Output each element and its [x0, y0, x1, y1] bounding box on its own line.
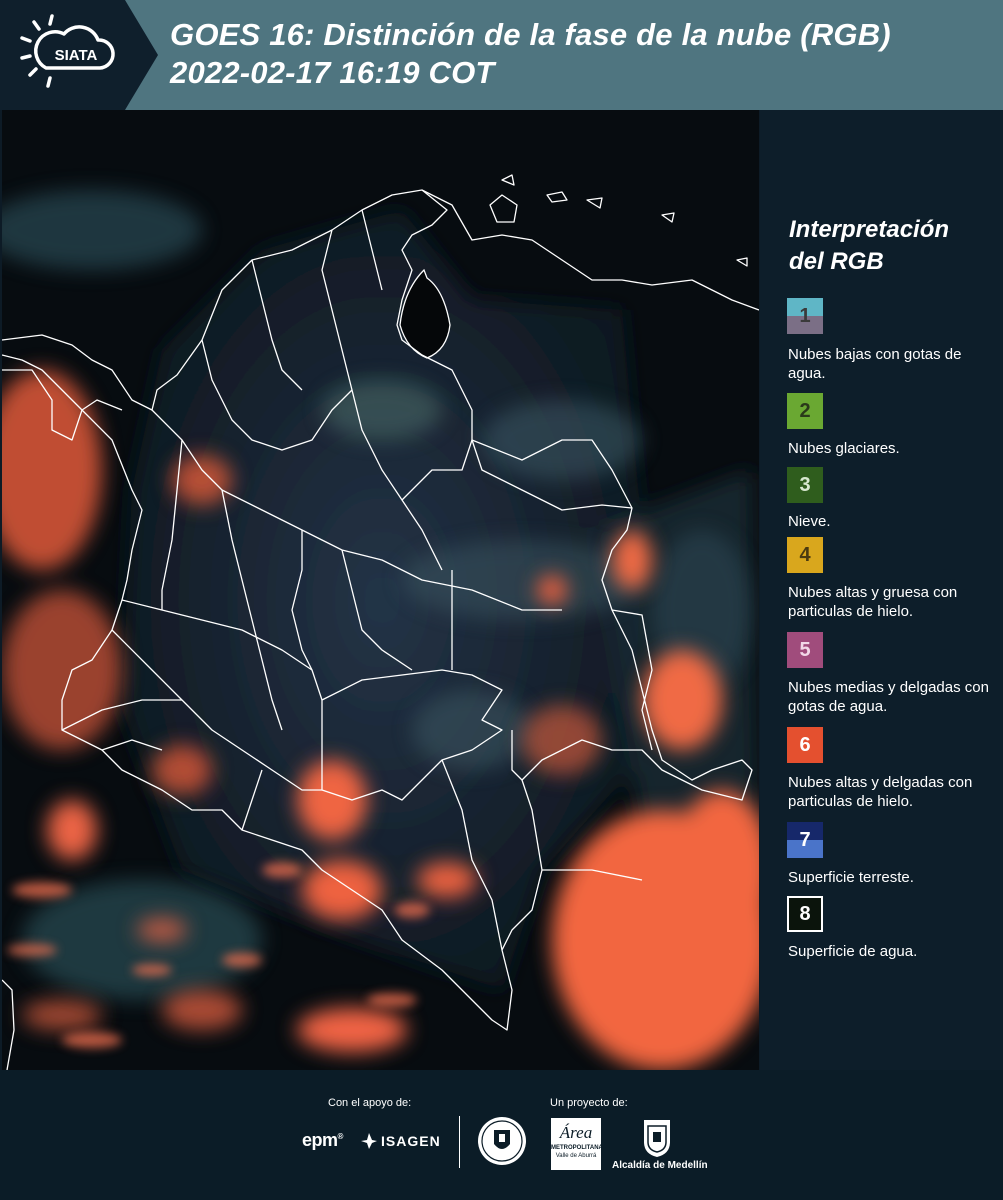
- legend-swatch-1: 1: [787, 298, 823, 334]
- satellite-map: [2, 110, 759, 1070]
- legend-swatch-6: 6: [787, 727, 823, 763]
- university-seal: [478, 1117, 526, 1165]
- logo-text: SIATA: [55, 47, 98, 64]
- legend-swatch-2: 2: [787, 393, 823, 429]
- page-title: GOES 16: Distinción de la fase de la nub…: [170, 16, 891, 92]
- area-logo-sub2: Valle de Aburrá: [555, 1153, 597, 1159]
- legend-swatch-number: 8: [799, 902, 811, 925]
- legend-swatch-8: 8: [787, 896, 823, 932]
- header: SIATA GOES 16: Distinción de la fase de …: [0, 0, 1003, 110]
- siata-logo: SIATA: [0, 0, 158, 110]
- alcaldia-shield-icon: [644, 1120, 670, 1157]
- legend-label-6: Nubes altas y delgadas con particulas de…: [788, 774, 973, 810]
- footer: Con el apoyo de: Un proyecto de: epm® IS…: [0, 1070, 1003, 1200]
- legend-swatch-number: 4: [799, 543, 811, 566]
- project-label: Un proyecto de:: [550, 1097, 628, 1109]
- legend-swatch-number: 7: [799, 828, 811, 851]
- alcaldia-logo-text: Alcaldía de Medellín: [612, 1160, 708, 1171]
- legend-title-line-2: del RGB: [789, 248, 884, 275]
- area-metropolitana-logo: Área METROPOLITANA Valle de Aburrá: [551, 1118, 603, 1170]
- footer-divider: [459, 1116, 460, 1168]
- legend-swatch-7: 7: [787, 822, 823, 858]
- legend-label-1: Nubes bajas con gotas de agua.: [788, 346, 962, 382]
- isagen-icon: [361, 1133, 377, 1149]
- epm-logo-text: epm: [302, 1130, 338, 1150]
- legend-panel: Interpretación del RGB 1 Nubes bajas con …: [760, 110, 1003, 1070]
- legend-title: Interpretación del RGB: [789, 214, 949, 278]
- area-logo-text: Área: [559, 1123, 593, 1142]
- support-label: Con el apoyo de:: [328, 1097, 412, 1109]
- legend-label-4: Nubes altas y gruesa con particulas de h…: [788, 584, 958, 620]
- legend-label-2: Nubes glaciares.: [788, 440, 900, 457]
- legend-label-8: Superficie de agua.: [788, 943, 918, 960]
- legend-swatch-number: 1: [799, 304, 811, 327]
- legend-swatch-5: 5: [787, 632, 823, 668]
- title-line-1: GOES 16: Distinción de la fase de la nub…: [170, 17, 891, 52]
- legend-title-line-1: Interpretación: [789, 216, 950, 243]
- legend-swatch-number: 2: [799, 399, 811, 422]
- legend-swatch-number: 5: [799, 638, 811, 661]
- area-logo-sub1: METROPOLITANA: [551, 1145, 603, 1151]
- title-line-2: 2022-02-17 16:19 COT: [170, 55, 495, 90]
- legend-swatch-3: 3: [787, 467, 823, 503]
- legend-label-7: Superficie terreste.: [788, 869, 914, 886]
- epm-logo: epm®: [302, 1130, 343, 1150]
- legend-label-5: Nubes medias y delgadas con gotas de agu…: [788, 679, 989, 715]
- legend-swatch-number: 3: [799, 473, 811, 496]
- legend-swatch-4: 4: [787, 537, 823, 573]
- isagen-logo-text: ISAGEN: [381, 1133, 441, 1149]
- isagen-logo: ISAGEN: [360, 1132, 441, 1150]
- legend-swatch-number: 6: [799, 733, 811, 756]
- legend-label-3: Nieve.: [788, 513, 831, 530]
